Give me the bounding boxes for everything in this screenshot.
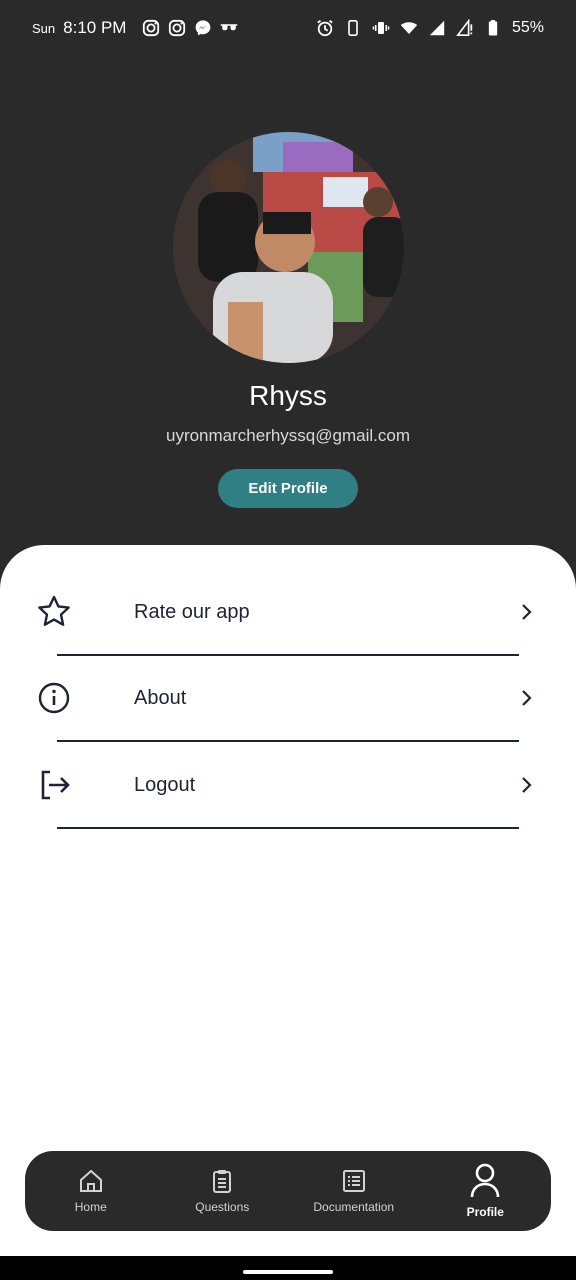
divider	[57, 827, 519, 829]
menu-item-label: About	[134, 686, 187, 709]
nav-item-questions[interactable]: Questions	[157, 1168, 289, 1214]
messenger-icon	[194, 19, 212, 37]
info-icon	[36, 680, 72, 716]
nav-label: Questions	[195, 1200, 250, 1214]
star-icon	[36, 594, 72, 630]
battery-icon	[484, 19, 502, 37]
chevron-right-icon	[518, 689, 536, 707]
signal-alert-icon	[456, 19, 474, 37]
alarm-icon	[316, 19, 334, 37]
signal-icon	[428, 19, 446, 37]
status-bar: Sun 8:10 PM 55%	[0, 0, 576, 56]
nav-item-home[interactable]: Home	[25, 1168, 157, 1214]
clipboard-icon	[209, 1168, 235, 1194]
gesture-bar	[0, 1256, 576, 1280]
menu-item-label: Rate our app	[134, 600, 250, 623]
avatar[interactable]	[173, 132, 404, 363]
profile-name: Rhyss	[249, 380, 327, 411]
instagram-icon	[168, 19, 186, 37]
wifi-icon	[400, 19, 418, 37]
vibrate-icon	[372, 19, 390, 37]
status-time: 8:10 PM	[63, 18, 127, 37]
battery-percentage: 55%	[511, 19, 544, 36]
nav-label: Home	[74, 1200, 107, 1214]
nav-label: Documentation	[313, 1200, 395, 1214]
home-indicator[interactable]	[243, 1270, 333, 1274]
nav-item-profile[interactable]: Profile	[420, 1163, 552, 1219]
instagram-icon	[142, 19, 160, 37]
settings-sheet: Rate our app About Logout	[0, 545, 576, 1256]
status-day: Sun	[32, 20, 56, 36]
menu-item-label: Logout	[134, 773, 196, 796]
chevron-right-icon	[518, 603, 536, 621]
nav-item-documentation[interactable]: Documentation	[288, 1168, 420, 1214]
glasses-icon	[220, 19, 238, 37]
home-icon	[78, 1168, 104, 1194]
menu-item-logout[interactable]: Logout	[0, 742, 576, 828]
menu-item-rate-app[interactable]: Rate our app	[0, 569, 576, 655]
nav-label: Profile	[466, 1205, 504, 1219]
profile-email: uyronmarcherhyssq@gmail.com	[165, 426, 410, 445]
edit-profile-button[interactable]: Edit Profile	[218, 469, 358, 508]
document-list-icon	[341, 1168, 367, 1194]
person-icon	[470, 1163, 500, 1199]
logout-icon	[36, 767, 72, 803]
chevron-right-icon	[518, 776, 536, 794]
bottom-navigation: Home Questions Documentation Profile	[25, 1151, 551, 1231]
menu-item-about[interactable]: About	[0, 655, 576, 741]
phone-icon	[344, 19, 362, 37]
